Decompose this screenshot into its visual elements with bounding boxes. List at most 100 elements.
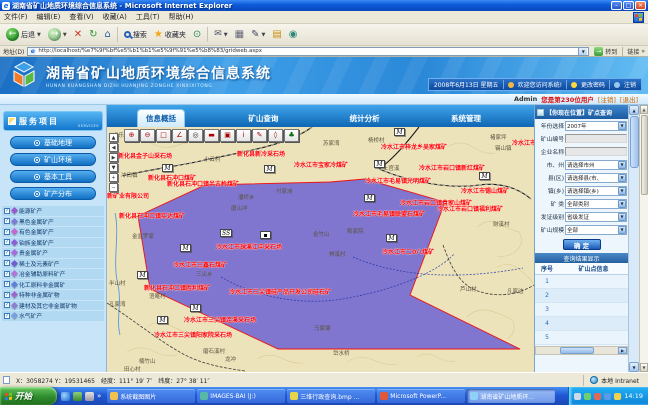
map-nav-button[interactable]: −	[109, 183, 118, 192]
mail-dropdown-icon[interactable]: ▼	[224, 32, 228, 38]
change-password-link[interactable]: 更改密码	[581, 80, 605, 89]
go-button[interactable]: → 转到	[592, 47, 619, 56]
select-area-icon[interactable]: ▣	[220, 129, 235, 142]
field-select[interactable]: 省级发证▼	[565, 212, 627, 222]
messenger-button[interactable]: ◉	[286, 29, 301, 41]
layer-item[interactable]: ✓有色金属矿产	[2, 227, 104, 237]
result-row[interactable]: 2	[535, 289, 628, 303]
menu-item[interactable]: 工具(T)	[136, 12, 160, 22]
layer-checkbox[interactable]: ✓	[4, 292, 10, 298]
quicklaunch-chevron-icon[interactable]: »	[97, 392, 101, 400]
sidebar-menu-button[interactable]: 矿产分布	[10, 187, 96, 200]
field-input[interactable]	[565, 134, 627, 143]
home-button[interactable]: ⌂	[102, 29, 114, 41]
layer-checkbox[interactable]: ✓	[4, 302, 10, 308]
select-rect-icon[interactable]: ▬	[204, 129, 219, 142]
layer-checkbox[interactable]: ✓	[4, 208, 10, 214]
scroll-down-icon[interactable]: ▼	[629, 362, 639, 372]
dropdown-arrow-icon[interactable]: ▼	[618, 174, 626, 182]
field-select[interactable]: 全部类别▼	[565, 199, 627, 209]
zoom-out-icon[interactable]: ⊖	[140, 129, 155, 142]
map-nav-button[interactable]: ▲	[109, 133, 118, 142]
mine-marker[interactable]: M	[157, 316, 168, 324]
ie-quicklaunch-icon[interactable]	[61, 392, 70, 401]
layer-item[interactable]: ✓化工原料非金属矿	[2, 280, 104, 290]
scroll-up-icon[interactable]: ▲	[640, 105, 648, 114]
result-row[interactable]: 5	[535, 331, 628, 345]
scroll-right-icon[interactable]: ▶	[618, 347, 627, 354]
edit-button[interactable]: ✎▼	[248, 29, 268, 41]
exit-link[interactable]: [退出]	[620, 94, 638, 104]
layer-checkbox[interactable]: ✓	[4, 218, 10, 224]
measure-icon[interactable]: ∠	[172, 129, 187, 142]
result-row[interactable]: 4	[535, 317, 628, 331]
tray-alert-icon[interactable]	[594, 393, 601, 400]
result-row[interactable]: 1	[535, 275, 628, 289]
layer-checkbox[interactable]: ✓	[4, 260, 10, 266]
layer-checkbox[interactable]: ✓	[4, 250, 10, 256]
map-canvas[interactable]: 新化县金子山采石场新化县新冷采石场冷水江市宝大煤矿冷水江市梓龙乡吴家煤矿冷水江市…	[107, 127, 534, 372]
tab-item[interactable]: 统计分析	[342, 110, 388, 127]
tab-item[interactable]: 系统管理	[443, 110, 489, 127]
scrollbar-thumb[interactable]	[641, 115, 648, 195]
panel-scrollbar[interactable]: ▲ ▼	[628, 105, 639, 372]
layer-item[interactable]: ✓黑色金属矿产	[2, 217, 104, 227]
mine-marker[interactable]: M	[364, 194, 375, 202]
outlook-quicklaunch-icon[interactable]	[73, 392, 82, 401]
mine-marker[interactable]: SS	[220, 229, 232, 237]
draw-line-icon[interactable]: ✎	[252, 129, 267, 142]
mine-marker[interactable]: M	[180, 244, 191, 252]
result-row[interactable]: 3	[535, 303, 628, 317]
dropdown-arrow-icon[interactable]: ▼	[618, 161, 626, 169]
mine-marker[interactable]: M	[137, 271, 148, 279]
field-select[interactable]: 请选择县(市、▼	[565, 173, 627, 183]
layer-item[interactable]: ✓能源矿产	[2, 206, 104, 216]
taskbar-task[interactable]: Microsoft PowerP...	[377, 389, 465, 403]
mine-marker[interactable]: M	[394, 128, 405, 136]
field-input[interactable]	[565, 147, 627, 156]
dropdown-arrow-icon[interactable]: ▼	[618, 200, 626, 208]
dropdown-arrow-icon[interactable]: ▼	[618, 226, 626, 234]
layer-item[interactable]: ✓建材及其它非金属矿物	[2, 301, 104, 311]
dropdown-arrow-icon[interactable]: ▼	[618, 122, 626, 130]
submit-button[interactable]: 确 定	[563, 239, 601, 250]
layer-checkbox[interactable]: ✓	[4, 239, 10, 245]
map-nav-button[interactable]: +	[109, 173, 118, 182]
address-input[interactable]: e http://localhost/%e7%9f%bf%e5%b1%b1%e5…	[27, 47, 589, 56]
identify-icon[interactable]: i	[236, 129, 251, 142]
menu-item[interactable]: 查看(V)	[69, 12, 93, 22]
history-button[interactable]: ⊙	[190, 29, 204, 41]
back-dropdown-icon[interactable]: ▼	[37, 32, 41, 38]
layer-item[interactable]: ✓特种非金属矿物	[2, 290, 104, 300]
links-bar[interactable]: 链接 »	[622, 47, 645, 56]
mine-marker[interactable]: ▪	[260, 231, 271, 239]
tray-ime-icon[interactable]	[614, 393, 621, 400]
tab-active[interactable]: 信息概括	[137, 109, 185, 127]
minimize-button[interactable]: –	[611, 1, 622, 10]
notes-button[interactable]: ▤	[269, 29, 284, 41]
zoom-in-icon[interactable]: ⊕	[124, 129, 139, 142]
layer-item[interactable]: ✓冶金辅助原料矿产	[2, 269, 104, 279]
layer-item[interactable]: ✓稀土及元素矿产	[2, 259, 104, 269]
logout-link[interactable]: 注销	[624, 80, 636, 89]
mine-marker[interactable]: M	[479, 172, 490, 180]
menu-item[interactable]: 文件(F)	[4, 12, 28, 22]
address-dropdown-icon[interactable]: ▼	[578, 47, 587, 55]
close-button[interactable]: ×	[635, 1, 646, 10]
scrollbar-thumb[interactable]	[630, 116, 639, 168]
map-nav-button[interactable]: ▼	[109, 163, 118, 172]
dropdown-arrow-icon[interactable]: ▼	[618, 187, 626, 195]
full-extent-icon[interactable]: □	[156, 129, 171, 142]
scroll-up-icon[interactable]: ▲	[629, 105, 639, 115]
sidebar-menu-button[interactable]: 基本工具	[10, 170, 96, 183]
favorites-button[interactable]: ★ 收藏夹	[151, 29, 189, 41]
edit-dropdown-icon[interactable]: ▼	[261, 32, 265, 38]
menu-item[interactable]: 收藏(A)	[103, 12, 127, 22]
taskbar-task[interactable]: 系统截图图片	[107, 389, 195, 403]
field-select[interactable]: 请选择镇(乡)▼	[565, 186, 627, 196]
scroll-down-icon[interactable]: ▼	[640, 363, 648, 372]
erase-icon[interactable]: ◊	[268, 129, 283, 142]
dropdown-arrow-icon[interactable]: ▼	[618, 213, 626, 221]
mine-marker[interactable]: M	[386, 234, 397, 242]
tab-item[interactable]: 矿山查询	[240, 110, 286, 127]
